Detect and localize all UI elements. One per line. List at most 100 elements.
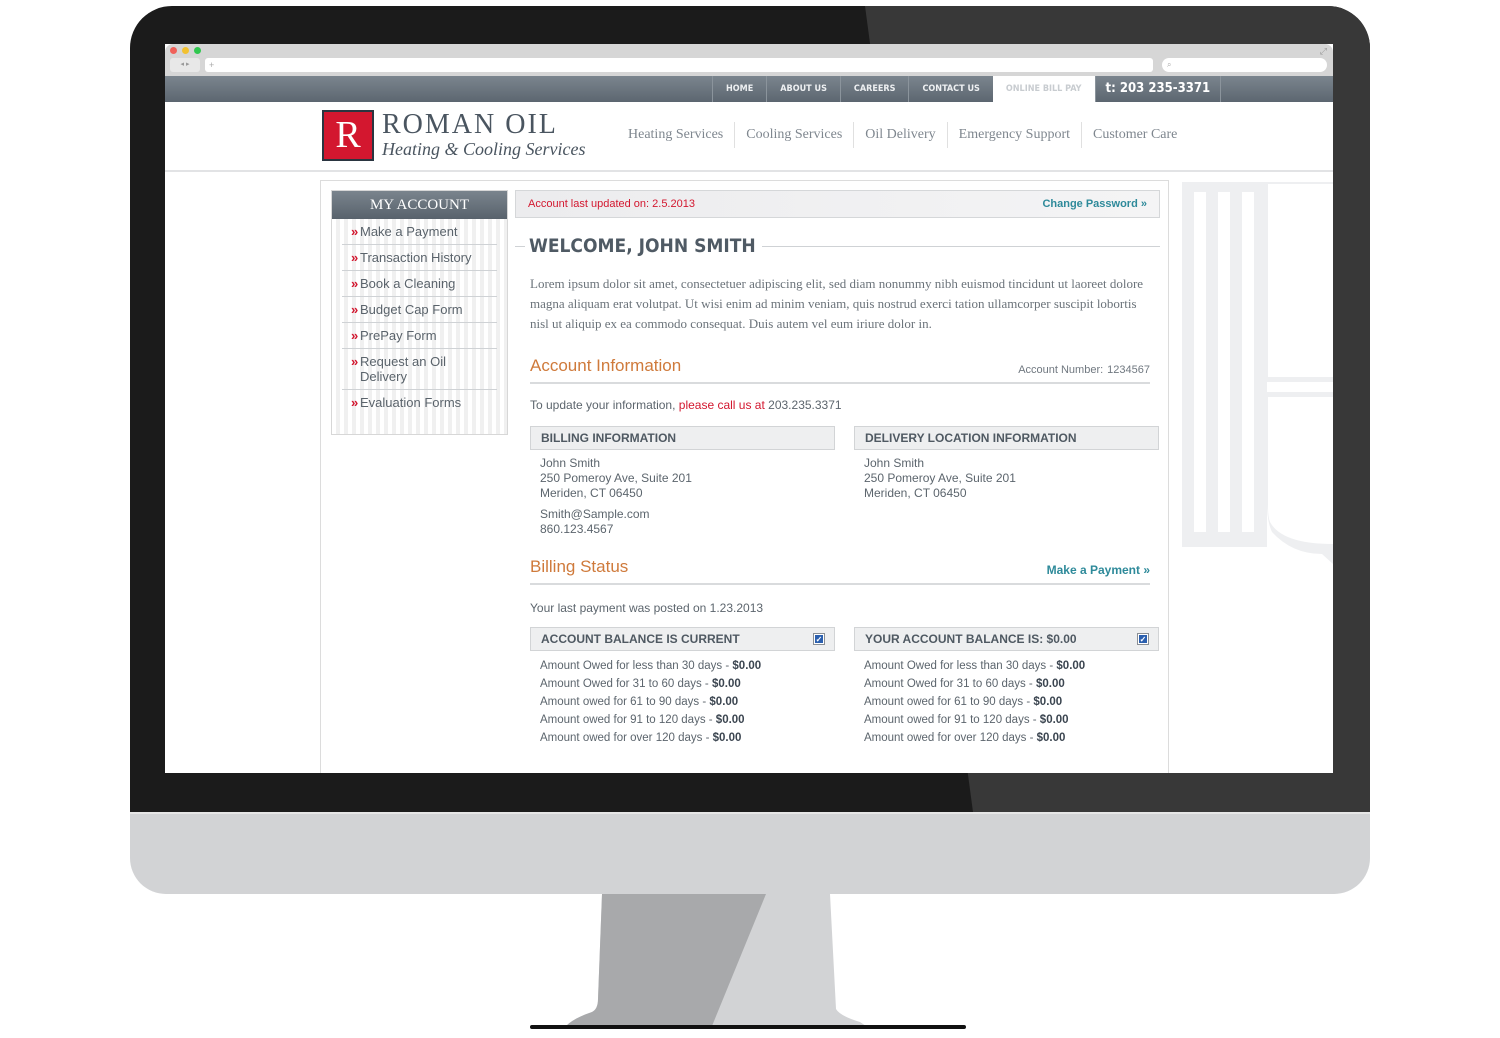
sidebar-item-label[interactable]: PrePay Form [360,328,437,343]
monitor-chin [130,812,1370,894]
sidebar-item-label[interactable]: Make a Payment [360,224,458,239]
owed-list-left: Amount Owed for less than 30 days - $0.0… [530,651,835,747]
main-nav: Heating Services Cooling Services Oil De… [617,122,1188,148]
billing-info-heading-text: BILLING INFORMATION [541,431,677,445]
logo-watermark-icon [1172,172,1333,564]
account-main: Account last updated on: 2.5.2013 Change… [515,190,1160,747]
sidebar-item-label[interactable]: Request an Oil Delivery [360,354,446,384]
delivery-name: John Smith [864,456,925,470]
owed-label: Amount Owed for less than 30 days - [864,660,1057,672]
sidebar-title: MY ACCOUNT [332,191,507,219]
phone-number[interactable]: t: 203 235-3371 [1094,76,1222,102]
sidebar-item-evaluation-forms[interactable]: » Evaluation Forms [342,390,497,415]
owed-label: Amount owed for 61 to 90 days - [540,696,710,708]
call-us-text: please call us at [678,398,765,412]
browser-search-field[interactable]: ⌕ [1162,58,1327,72]
billing-city: Meriden, CT 06450 [540,486,643,500]
topnav-about-us[interactable]: ABOUT US [766,76,840,102]
owed-row: Amount owed for 61 to 90 days - $0.00 [540,693,825,711]
sidebar-item-label[interactable]: Transaction History [360,250,472,265]
balance-current-heading: ACCOUNT BALANCE IS CURRENT ✓ [530,627,835,651]
maximize-dot-icon[interactable] [194,47,201,54]
fullscreen-expand-icon[interactable]: ⤢ [1320,46,1327,57]
billing-name: John Smith [540,456,601,470]
billing-info-heading: BILLING INFORMATION [530,426,835,450]
raquo-bullet-icon: » [351,302,359,317]
account-number-value: 1234567 [1107,364,1150,376]
address-columns: BILLING INFORMATION John Smith 250 Pomer… [530,426,1160,537]
account-number-label: Account Number: [1018,364,1104,376]
brand-name[interactable]: ROMAN OIL [382,110,558,140]
back-forward-buttons[interactable]: ◂ ▸ [170,58,200,72]
sidebar-item-prepay-form[interactable]: » PrePay Form [342,323,497,349]
account-info-title: Account Information [530,356,682,375]
sidebar-item-transaction-history[interactable]: » Transaction History [342,245,497,271]
update-info-text: To update your information, please call … [530,398,1160,412]
owed-amount: $0.00 [732,660,762,672]
raquo-bullet-icon: » [351,395,359,410]
owed-amount: $0.00 [715,714,745,726]
balance-columns: ACCOUNT BALANCE IS CURRENT ✓ Amount Owed … [530,627,1160,747]
billing-phone: 860.123.4567 [540,522,614,536]
close-dot-icon[interactable] [170,47,177,54]
owed-row: Amount owed for over 120 days - $0.00 [540,729,825,747]
topnav-online-bill-pay[interactable]: ONLINE BILL PAY [992,76,1095,102]
owed-label: Amount owed for 61 to 90 days - [864,696,1034,708]
owed-row: Amount owed for 61 to 90 days - $0.00 [864,693,1149,711]
sidebar-item-label[interactable]: Evaluation Forms [360,395,461,410]
nav-heating-services[interactable]: Heating Services [617,122,734,148]
delivery-street: 250 Pomeroy Ave, Suite 201 [864,471,1016,485]
sidebar-item-budget-cap-form[interactable]: » Budget Cap Form [342,297,497,323]
delivery-info-box: DELIVERY LOCATION INFORMATION John Smith… [854,426,1159,537]
owed-row: Amount Owed for 31 to 60 days - $0.00 [540,675,825,693]
billing-address: John Smith 250 Pomeroy Ave, Suite 201 Me… [530,450,835,537]
make-payment-link[interactable]: Make a Payment » [1047,563,1150,577]
owed-amount: $0.00 [1039,714,1069,726]
logo-mark[interactable]: R [322,110,374,161]
update-phone[interactable]: 203.235.3371 [765,398,841,412]
update-prefix: To update your information, [530,398,679,412]
raquo-bullet-icon: » [351,354,359,369]
sidebar-item-book-a-cleaning[interactable]: » Book a Cleaning [342,271,497,297]
billing-street: 250 Pomeroy Ave, Suite 201 [540,471,692,485]
delivery-city: Meriden, CT 06450 [864,486,967,500]
billing-email[interactable]: Smith@Sample.com [540,507,825,522]
new-tab-plus-icon[interactable]: + [209,60,214,70]
account-number: Account Number: 1234567 [1018,364,1150,376]
nav-customer-care[interactable]: Customer Care [1081,122,1188,148]
balance-current-heading-text: ACCOUNT BALANCE IS CURRENT [541,632,740,646]
account-status-bar: Account last updated on: 2.5.2013 Change… [515,190,1160,218]
brand-tagline: Heating & Cooling Services [382,139,586,159]
nav-cooling-services[interactable]: Cooling Services [734,122,853,148]
change-password-link[interactable]: Change Password » [1042,198,1147,210]
raquo-bullet-icon: » [351,276,359,291]
topnav-careers[interactable]: CAREERS [839,76,909,102]
sidebar-item-label[interactable]: Book a Cleaning [360,276,455,291]
topnav-home[interactable]: HOME [712,76,766,102]
account-content-panel: MY ACCOUNT » Make a Payment » Transaction … [320,180,1169,773]
url-bar[interactable]: + [205,58,1153,72]
forward-arrow-icon[interactable]: ▸ [186,61,190,68]
owed-row: Amount Owed for less than 30 days - $0.0… [864,657,1149,675]
minimize-dot-icon[interactable] [182,47,189,54]
sidebar-item-request-oil-delivery[interactable]: » Request an Oil Delivery [342,349,497,390]
sidebar-menu: » Make a Payment » Transaction History » Bo… [332,219,507,415]
owed-amount: $0.00 [1035,678,1065,690]
top-nav: HOME ABOUT US CAREERS CONTACT US ONLINE … [712,76,1222,102]
nav-oil-delivery[interactable]: Oil Delivery [853,122,946,148]
top-utility-bar: HOME ABOUT US CAREERS CONTACT US ONLINE … [165,76,1333,102]
back-arrow-icon[interactable]: ◂ [181,61,185,68]
sidebar-item-make-a-payment[interactable]: » Make a Payment [342,219,497,245]
sidebar-item-label[interactable]: Budget Cap Form [360,302,463,317]
owed-amount: $0.00 [1056,660,1086,672]
welcome-title: WELCOME, JOHN SMITH [525,236,762,256]
owed-list-right: Amount Owed for less than 30 days - $0.0… [854,651,1159,747]
topnav-contact-us[interactable]: CONTACT US [908,76,992,102]
browser-chrome: ◂ ▸ + ⌕ ⤢ [165,44,1333,76]
balance-total-box: YOUR ACCOUNT BALANCE IS: $0.00 ✓ Amount O… [854,627,1159,747]
stand-base [530,1025,966,1029]
logo-letter: R [324,112,372,159]
owed-row: Amount Owed for 31 to 60 days - $0.00 [864,675,1149,693]
owed-amount: $0.00 [711,678,741,690]
nav-emergency-support[interactable]: Emergency Support [946,122,1081,148]
